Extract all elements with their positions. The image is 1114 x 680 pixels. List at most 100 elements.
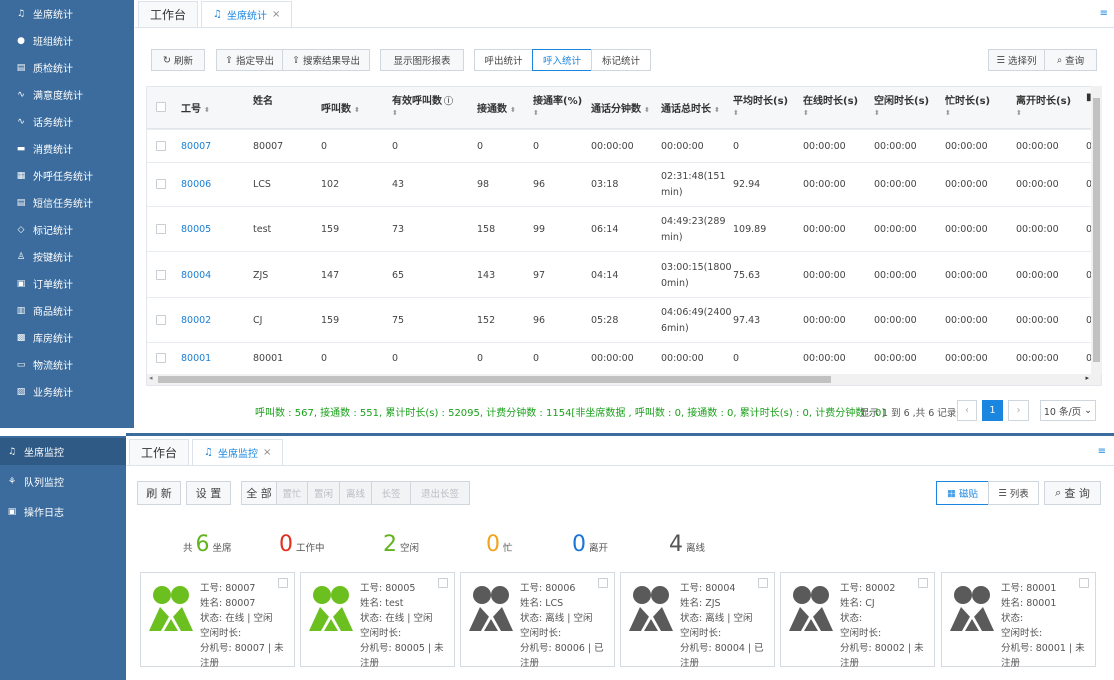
mark-stats-button[interactable]: 标记统计 <box>591 49 651 71</box>
list-view-button[interactable]: ☰ 列表 <box>988 481 1039 505</box>
sort-icon[interactable]: ⬍ <box>533 109 582 117</box>
column-header[interactable]: 空闲时长(s) ⬍ <box>874 92 929 117</box>
sidebar-item[interactable]: ♫ 坐席监控 <box>0 438 126 465</box>
page-size-select[interactable]: 10 条/页 ⌄ <box>1040 400 1096 421</box>
sidebar-item[interactable]: ▦ 外呼任务统计 <box>16 162 93 189</box>
sidebar-item[interactable]: ∿ 满意度统计 <box>16 81 83 108</box>
sidebar-item[interactable]: ▣ 操作日志 <box>7 498 64 525</box>
sidebar-item[interactable]: ▥ 商品统计 <box>16 297 73 324</box>
monitor-query-button[interactable]: ⌕ 查 询 <box>1044 481 1101 505</box>
sidebar-item[interactable]: ▭ 物流统计 <box>16 351 73 378</box>
tile-view-button[interactable]: ▦ 磁贴 <box>936 481 989 505</box>
close-icon[interactable]: × <box>263 447 271 458</box>
column-header[interactable]: 接通率(%) ⬍ <box>533 92 582 117</box>
sidebar-item[interactable]: ▨ 业务统计 <box>16 378 73 405</box>
sidebar-item[interactable]: ♫ 坐席统计 <box>16 0 73 27</box>
column-header[interactable]: 平均时长(s) ⬍ <box>733 92 788 117</box>
inbound-stats-button[interactable]: 呼入统计 <box>532 49 592 71</box>
sidebar-item[interactable]: ● 班组统计 <box>16 27 73 54</box>
sidebar-item[interactable]: ▣ 订单统计 <box>16 270 73 297</box>
agent-id-link[interactable]: 80006 <box>181 177 211 192</box>
tab-agent-stats[interactable]: ♫ 坐席统计 × <box>201 1 293 27</box>
sort-icon[interactable]: ⬍ <box>1016 109 1071 117</box>
query-button[interactable]: ⌕ 查询 <box>1044 49 1097 71</box>
column-header[interactable]: 接通数 ⬍ <box>477 100 516 115</box>
agent-card[interactable]: 工号: 80006 姓名: LCS 状态: 离线 | 空闲 空闲时长: 分机号: 800… <box>460 572 615 669</box>
sidebar-item[interactable]: ▤ 质检统计 <box>16 54 73 81</box>
page-1-button[interactable]: 1 <box>982 400 1003 421</box>
sort-icon[interactable]: ⬍ <box>204 106 210 114</box>
agent-card[interactable]: 工号: 80005 姓名: test 状态: 在线 | 空闲 空闲时长: 分机号: 80… <box>300 572 455 669</box>
column-header[interactable]: 通话总时长 ⬍ <box>661 100 720 115</box>
show-chart-button[interactable]: 显示图形报表 <box>380 49 464 71</box>
filter-all-button[interactable]: 全 部 <box>241 481 277 505</box>
column-header[interactable]: 通话分钟数 ⬍ <box>591 100 650 115</box>
column-header[interactable]: 在线时长(s) ⬍ <box>803 92 858 117</box>
vertical-scrollbar[interactable] <box>1091 86 1102 374</box>
long-sign-button[interactable]: 长签 <box>371 481 411 505</box>
export-results-button[interactable]: ⇪ 搜索结果导出 <box>282 49 370 71</box>
offline-button[interactable]: 离线 <box>339 481 372 505</box>
sidebar-item[interactable]: ∿ 话务统计 <box>16 108 73 135</box>
choose-columns-button[interactable]: ☰ 选择列 <box>988 49 1045 71</box>
next-page-button[interactable]: › <box>1008 400 1029 421</box>
column-header[interactable]: 工号 ⬍ <box>181 100 210 115</box>
sort-icon[interactable]: ⬍ <box>803 109 858 117</box>
set-busy-button[interactable]: 置忙 <box>276 481 308 505</box>
sidebar-item[interactable]: ▤ 短信任务统计 <box>16 189 93 216</box>
sort-icon[interactable]: ⬍ <box>874 109 929 117</box>
scroll-left-icon[interactable]: ◂ <box>149 374 153 382</box>
monitor-settings-button[interactable]: 设 置 <box>186 481 231 505</box>
agent-id-link[interactable]: 80005 <box>181 222 211 237</box>
sort-icon[interactable]: ⬍ <box>945 109 990 117</box>
row-checkbox[interactable] <box>156 141 166 151</box>
column-header[interactable]: 姓名 <box>253 92 273 107</box>
row-checkbox[interactable] <box>156 315 166 325</box>
sort-icon[interactable]: ⬍ <box>392 109 453 117</box>
menu-icon[interactable]: ≡ <box>1100 8 1108 19</box>
scrollbar-thumb[interactable] <box>158 376 831 383</box>
column-header[interactable]: 呼叫数 ⬍ <box>321 100 360 115</box>
monitor-refresh-button[interactable]: 刷 新 <box>137 481 181 505</box>
agent-card[interactable]: 工号: 80007 姓名: 80007 状态: 在线 | 空闲 空闲时长: 分机号: 8… <box>140 572 295 669</box>
menu-icon[interactable]: ≡ <box>1098 446 1106 457</box>
horizontal-scrollbar[interactable]: ◂ ▸ <box>147 374 1101 385</box>
outbound-stats-button[interactable]: 呼出统计 <box>474 49 533 71</box>
agent-card[interactable]: 工号: 80002 姓名: CJ 状态: 空闲时长: 分机号: 80002 | 未注册 <box>780 572 935 669</box>
agent-id-link[interactable]: 80002 <box>181 313 211 328</box>
agent-card[interactable]: 工号: 80001 姓名: 80001 状态: 空闲时长: 分机号: 80001 | 未… <box>941 572 1096 669</box>
scroll-right-icon[interactable]: ▸ <box>1085 374 1089 382</box>
tab-agent-monitor[interactable]: ♫ 坐席监控 × <box>192 439 284 465</box>
refresh-button[interactable]: ↻ 刷新 <box>151 49 205 71</box>
sort-icon[interactable]: ⬍ <box>733 109 788 117</box>
tab-workbench-bottom[interactable]: 工作台 <box>129 439 190 465</box>
agent-card[interactable]: 工号: 80004 姓名: ZJS 状态: 离线 | 空闲 空闲时长: 分机号: 800… <box>620 572 775 669</box>
sidebar-item[interactable]: ▬ 消费统计 <box>16 135 73 162</box>
column-header[interactable]: 离开时长(s) ⬍ <box>1016 92 1071 117</box>
export-selected-button[interactable]: ⇪ 指定导出 <box>216 49 283 71</box>
tab-workbench[interactable]: 工作台 <box>138 1 199 27</box>
agent-id-link[interactable]: 80007 <box>181 139 211 154</box>
column-header[interactable]: 忙时长(s) ⬍ <box>945 92 990 117</box>
set-idle-button[interactable]: 置闲 <box>307 481 340 505</box>
sort-icon[interactable]: ⬍ <box>510 106 516 114</box>
agent-id-link[interactable]: 80004 <box>181 268 211 283</box>
column-header[interactable]: 有效呼叫数 ⓘ ⬍ <box>392 92 453 117</box>
sidebar-item[interactable]: ♙ 按键统计 <box>16 243 73 270</box>
agent-id-link[interactable]: 80001 <box>181 351 211 366</box>
sidebar-item[interactable]: ◇ 标记统计 <box>16 216 73 243</box>
sidebar-item[interactable]: ▩ 库房统计 <box>16 324 73 351</box>
vscroll-thumb[interactable] <box>1093 98 1100 362</box>
prev-page-button[interactable]: ‹ <box>957 400 977 421</box>
sort-icon[interactable]: ⬍ <box>354 106 360 114</box>
select-all-checkbox[interactable] <box>156 102 166 112</box>
sort-icon[interactable]: ⬍ <box>644 106 650 114</box>
close-icon[interactable]: × <box>272 9 280 20</box>
row-checkbox[interactable] <box>156 224 166 234</box>
logout-sign-button[interactable]: 退出长签 <box>410 481 470 505</box>
row-checkbox[interactable] <box>156 270 166 280</box>
row-checkbox[interactable] <box>156 179 166 189</box>
row-checkbox[interactable] <box>156 353 166 363</box>
sort-icon[interactable]: ⬍ <box>714 106 720 114</box>
sidebar-item[interactable]: ⚘ 队列监控 <box>7 468 64 495</box>
